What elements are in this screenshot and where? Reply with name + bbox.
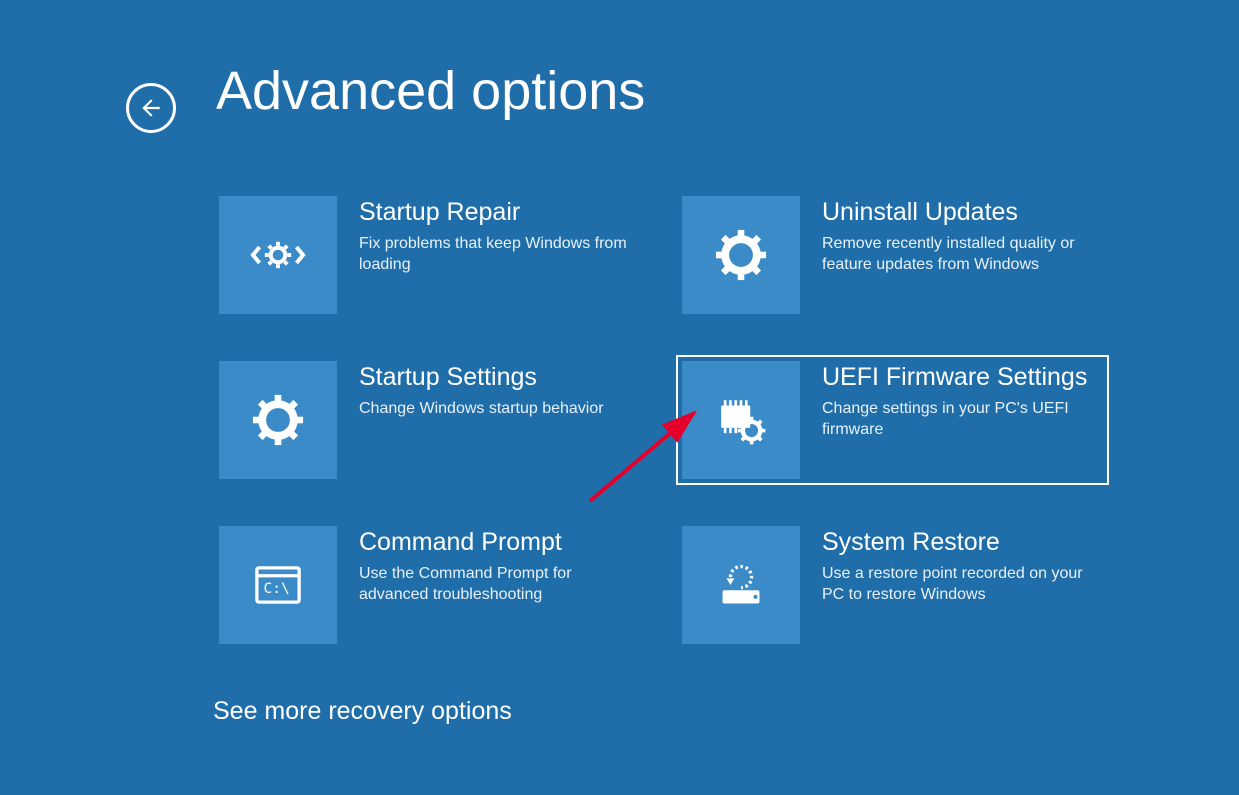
tile-text: Startup Repair Fix problems that keep Wi…: [359, 196, 640, 276]
tile-desc: Change Windows startup behavior: [359, 398, 629, 420]
tile-text: Command Prompt Use the Command Prompt fo…: [359, 526, 640, 606]
startup-settings-icon: [219, 361, 337, 479]
tile-desc: Fix problems that keep Windows from load…: [359, 233, 629, 276]
tile-title: Startup Settings: [359, 363, 640, 392]
tile-desc: Change settings in your PC's UEFI firmwa…: [822, 398, 1092, 441]
tile-title: Command Prompt: [359, 528, 640, 557]
tile-title: System Restore: [822, 528, 1103, 557]
tile-startup-repair[interactable]: Startup Repair Fix problems that keep Wi…: [213, 190, 646, 320]
arrow-left-icon: [138, 95, 164, 121]
startup-repair-icon: [219, 196, 337, 314]
tile-desc: Remove recently installed quality or fea…: [822, 233, 1092, 276]
back-button[interactable]: [126, 83, 176, 133]
tile-desc: Use the Command Prompt for advanced trou…: [359, 563, 629, 606]
uninstall-updates-icon: [682, 196, 800, 314]
tile-title: UEFI Firmware Settings: [822, 363, 1103, 392]
page-title: Advanced options: [216, 60, 645, 122]
winre-advanced-options-screen: Advanced options Startup Repair Fix prob…: [0, 0, 1239, 795]
tile-uninstall-updates[interactable]: Uninstall Updates Remove recently instal…: [676, 190, 1109, 320]
tile-title: Uninstall Updates: [822, 198, 1103, 227]
tile-text: UEFI Firmware Settings Change settings i…: [822, 361, 1103, 441]
tile-command-prompt[interactable]: C:\ Command Prompt Use the Command Promp…: [213, 520, 646, 650]
tile-text: System Restore Use a restore point recor…: [822, 526, 1103, 606]
system-restore-icon: [682, 526, 800, 644]
tile-text: Startup Settings Change Windows startup …: [359, 361, 640, 419]
tile-system-restore[interactable]: System Restore Use a restore point recor…: [676, 520, 1109, 650]
see-more-recovery-options-link[interactable]: See more recovery options: [213, 697, 512, 726]
uefi-firmware-icon: [682, 361, 800, 479]
tile-desc: Use a restore point recorded on your PC …: [822, 563, 1092, 606]
tile-uefi-firmware-settings[interactable]: UEFI Firmware Settings Change settings i…: [676, 355, 1109, 485]
svg-text:C:\: C:\: [263, 581, 289, 597]
tile-title: Startup Repair: [359, 198, 640, 227]
command-prompt-icon: C:\: [219, 526, 337, 644]
tile-startup-settings[interactable]: Startup Settings Change Windows startup …: [213, 355, 646, 485]
tile-text: Uninstall Updates Remove recently instal…: [822, 196, 1103, 276]
options-grid: Startup Repair Fix problems that keep Wi…: [213, 190, 1109, 650]
